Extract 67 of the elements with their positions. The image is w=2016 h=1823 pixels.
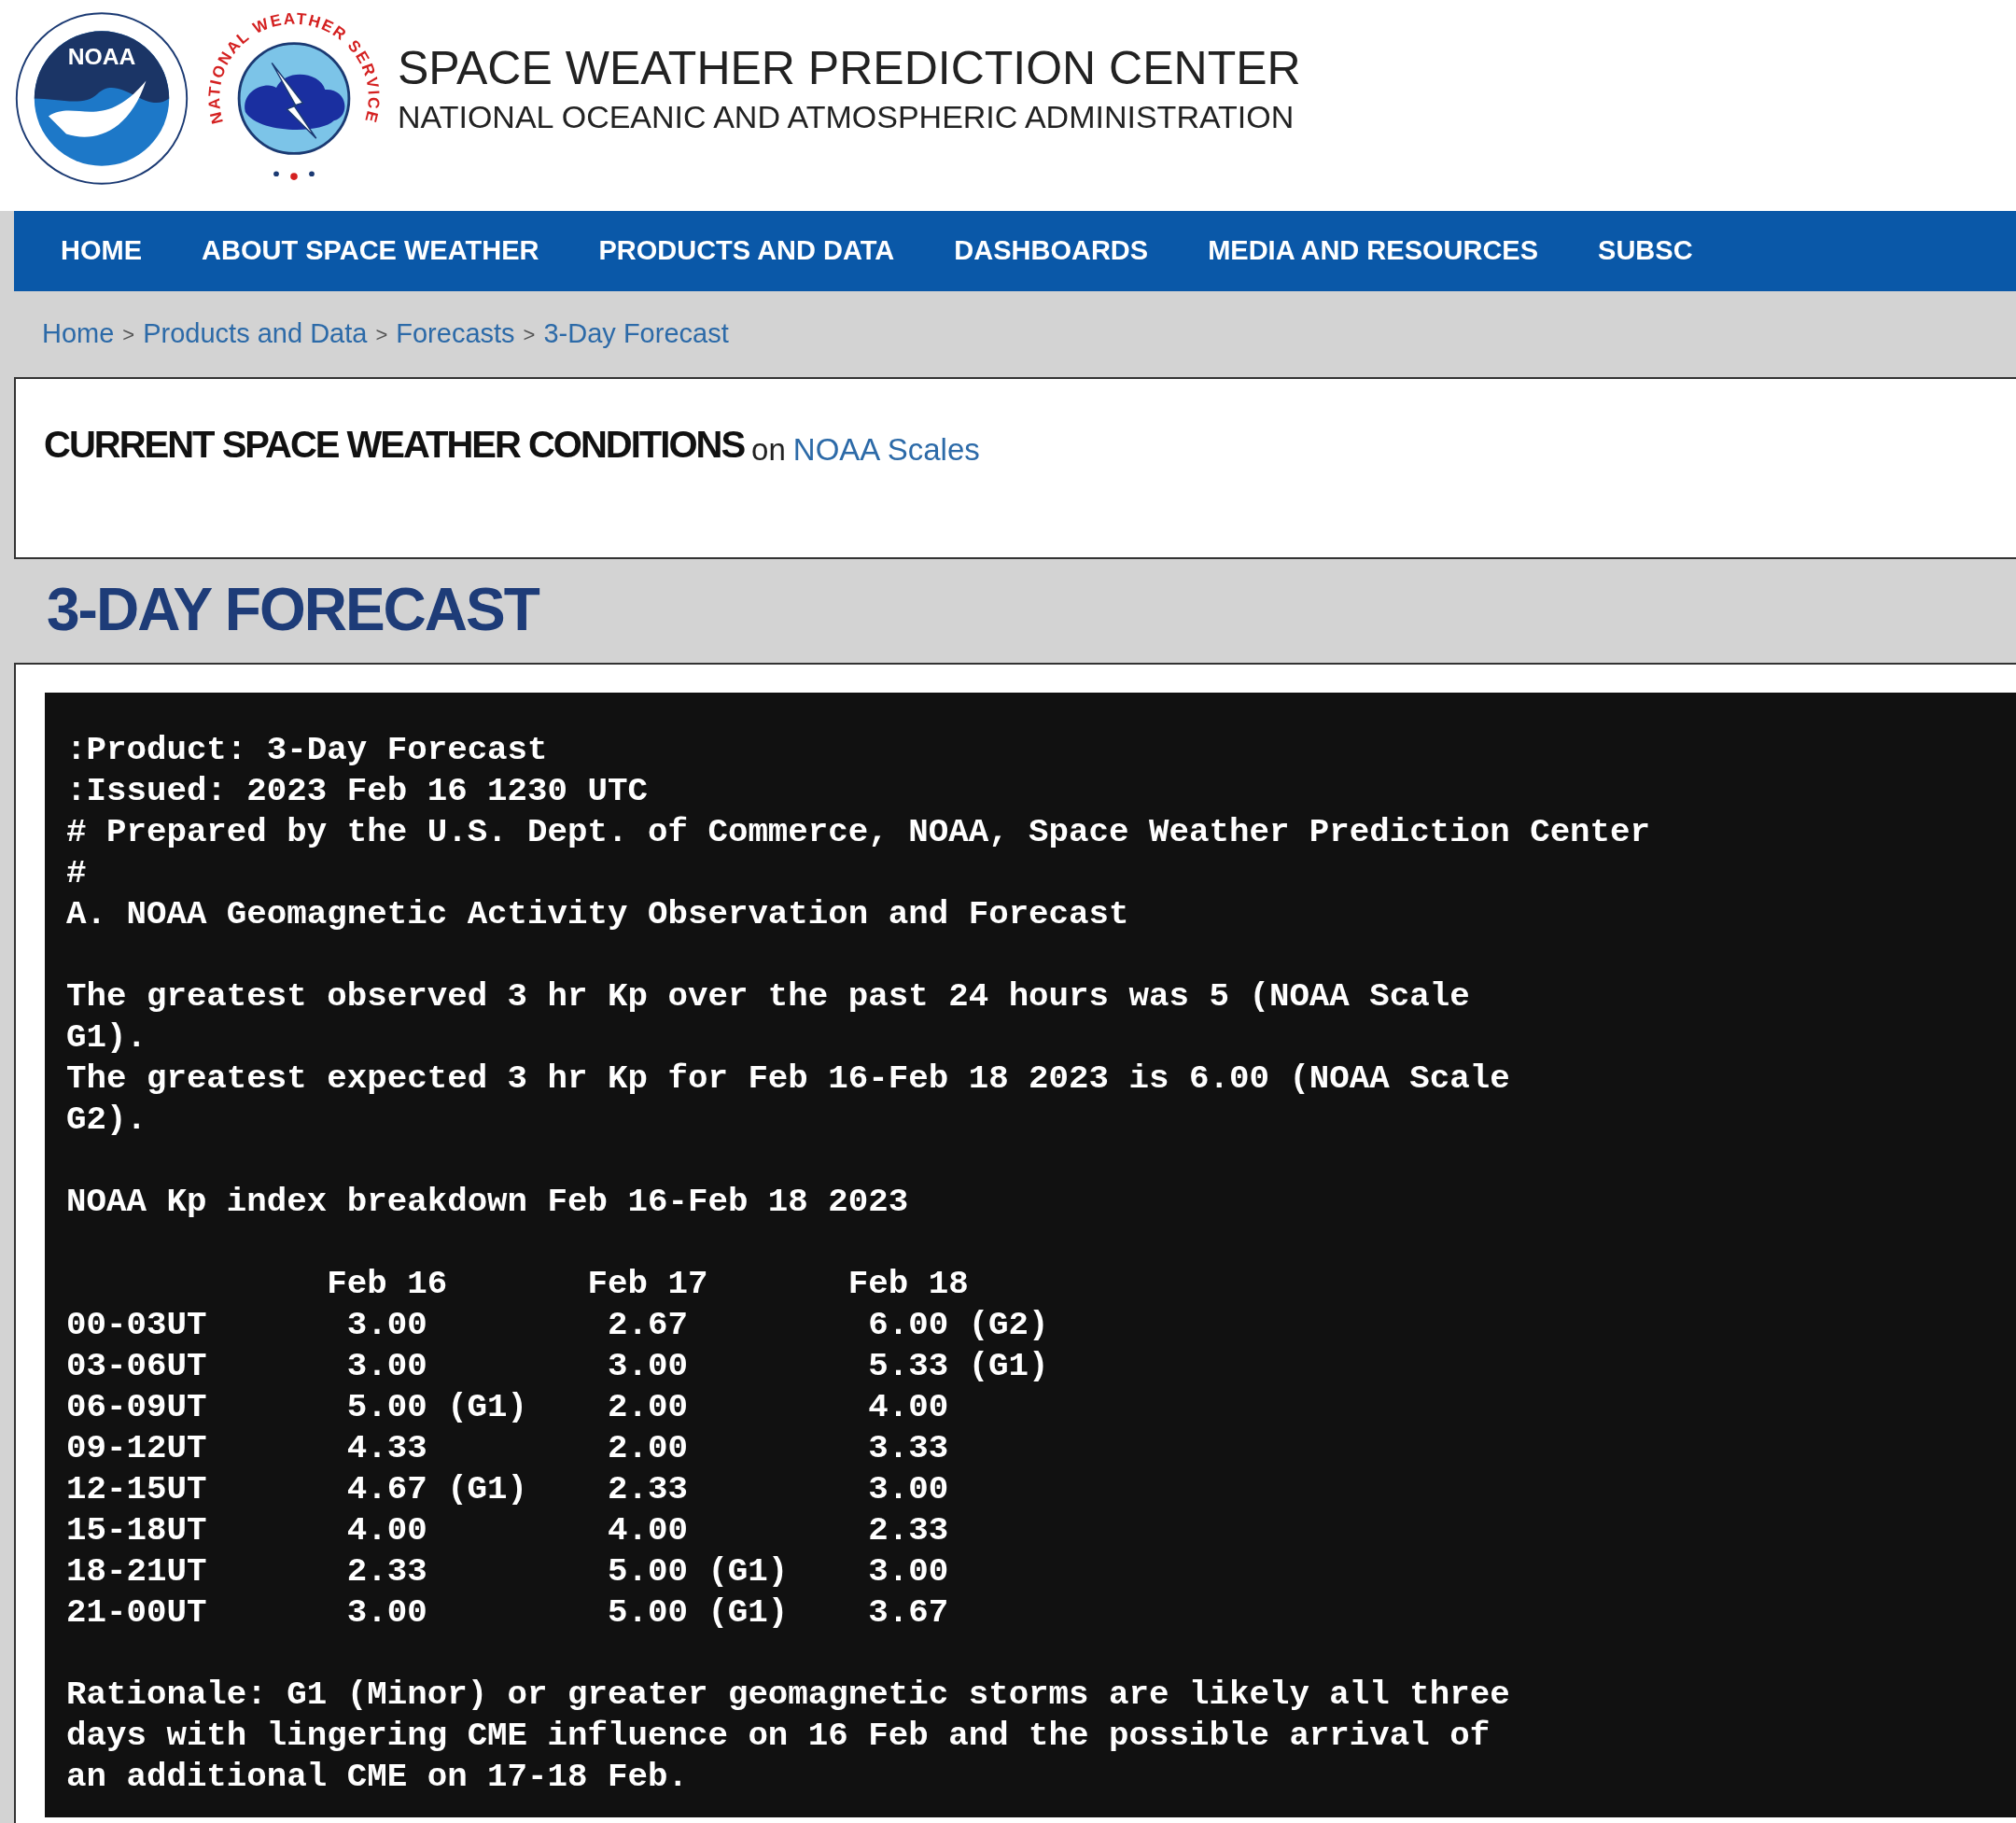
forecast-line: days with lingering CME influence on 16 Feb and the possible arrival of bbox=[66, 1716, 1491, 1757]
period-cell: 09-12UT bbox=[66, 1428, 207, 1469]
kp-value-cell: 3.00 bbox=[868, 1551, 949, 1592]
forecast-line: A. NOAA Geomagnetic Activity Observation and Forecast bbox=[66, 894, 1129, 935]
kp-value-cell: 3.67 bbox=[868, 1592, 949, 1634]
kp-value-cell: 4.67 (G1) bbox=[346, 1469, 528, 1510]
breadcrumb-link[interactable]: 3-Day Forecast bbox=[543, 314, 729, 355]
kp-value-cell: 5.00 (G1) bbox=[607, 1551, 789, 1592]
kp-value-cell: 2.00 bbox=[607, 1387, 688, 1428]
nav-link[interactable]: PRODUCTS AND DATA bbox=[598, 231, 895, 272]
nav-link[interactable]: SUBSC bbox=[1598, 231, 1693, 272]
period-cell: 15-18UT bbox=[66, 1510, 207, 1551]
breadcrumb-link[interactable]: Home bbox=[42, 314, 115, 355]
forecast-line: Rationale: G1 (Minor) or greater geomagnetic storms are likely all three bbox=[66, 1675, 1510, 1716]
kp-value-cell: 3.00 bbox=[607, 1346, 688, 1387]
nav-link[interactable]: MEDIA AND RESOURCES bbox=[1208, 231, 1539, 272]
site-subtitle: NATIONAL OCEANIC AND ATMOSPHERIC ADMINISTRATION bbox=[398, 101, 1295, 133]
breadcrumb-separator: > bbox=[375, 321, 388, 348]
forecast-line: # bbox=[66, 853, 87, 894]
kp-value-cell: 3.33 bbox=[868, 1428, 949, 1469]
forecast-line: :Product: 3-Day Forecast bbox=[66, 730, 548, 771]
period-cell: 06-09UT bbox=[66, 1387, 207, 1428]
forecast-line: NOAA Kp index breakdown Feb 16-Feb 18 2023 bbox=[66, 1182, 909, 1223]
kp-value-cell: 2.67 bbox=[607, 1305, 688, 1346]
kp-value-cell: 4.00 bbox=[346, 1510, 427, 1551]
conditions-title: CURRENT SPACE WEATHER CONDITIONS bbox=[44, 423, 745, 467]
forecast-line: G1). bbox=[66, 1017, 147, 1059]
column-header: Feb 18 bbox=[847, 1264, 969, 1305]
forecast-line: an additional CME on 17-18 Feb. bbox=[66, 1757, 688, 1798]
kp-value-cell: 2.33 bbox=[346, 1551, 427, 1592]
kp-value-cell: 4.00 bbox=[868, 1387, 949, 1428]
kp-value-cell: 2.00 bbox=[607, 1428, 688, 1469]
page-heading: 3-DAY FORECAST bbox=[46, 575, 540, 645]
breadcrumb-link[interactable]: Forecasts bbox=[396, 314, 515, 355]
period-cell: 21-00UT bbox=[66, 1592, 207, 1634]
period-cell: 12-15UT bbox=[66, 1469, 207, 1510]
forecast-line: The greatest expected 3 hr Kp for Feb 16-Feb 18 2023 is 6.00 (NOAA Scale bbox=[66, 1059, 1510, 1100]
period-cell: 18-21UT bbox=[66, 1551, 207, 1592]
noaa-scales-link[interactable]: NOAA Scales bbox=[792, 426, 980, 472]
kp-value-cell: 5.00 (G1) bbox=[346, 1387, 528, 1428]
forecast-line: # Prepared by the U.S. Dept. of Commerce, NOAA, Space Weather Prediction Center bbox=[66, 812, 1651, 853]
conditions-connector: on bbox=[751, 430, 786, 469]
column-header: Feb 17 bbox=[587, 1264, 708, 1305]
period-cell: 03-06UT bbox=[66, 1346, 207, 1387]
breadcrumb-separator: > bbox=[523, 321, 536, 348]
site-title: SPACE WEATHER PREDICTION CENTER bbox=[398, 45, 1301, 91]
breadcrumb-link[interactable]: Products and Data bbox=[143, 314, 368, 355]
forecast-line: :Issued: 2023 Feb 16 1230 UTC bbox=[66, 771, 648, 812]
nav-link[interactable]: DASHBOARDS bbox=[954, 231, 1149, 272]
kp-value-cell: 2.33 bbox=[607, 1469, 688, 1510]
column-header: Feb 16 bbox=[327, 1264, 448, 1305]
kp-value-cell: 4.00 bbox=[607, 1510, 688, 1551]
nav-link[interactable]: ABOUT SPACE WEATHER bbox=[202, 231, 539, 272]
kp-value-cell: 3.00 bbox=[346, 1346, 427, 1387]
kp-value-cell: 3.00 bbox=[346, 1305, 427, 1346]
nav-link[interactable]: HOME bbox=[61, 231, 142, 272]
kp-value-cell: 4.33 bbox=[346, 1428, 427, 1469]
kp-value-cell: 5.00 (G1) bbox=[607, 1592, 789, 1634]
kp-value-cell: 3.00 bbox=[346, 1592, 427, 1634]
breadcrumb-separator: > bbox=[122, 321, 135, 348]
kp-value-cell: 2.33 bbox=[868, 1510, 949, 1551]
kp-value-cell: 5.33 (G1) bbox=[868, 1346, 1049, 1387]
kp-value-cell: 6.00 (G2) bbox=[868, 1305, 1049, 1346]
forecast-line: G2). bbox=[66, 1100, 147, 1141]
period-cell: 00-03UT bbox=[66, 1305, 207, 1346]
forecast-line: The greatest observed 3 hr Kp over the past 24 hours was 5 (NOAA Scale bbox=[66, 976, 1470, 1017]
kp-value-cell: 3.00 bbox=[868, 1469, 949, 1510]
